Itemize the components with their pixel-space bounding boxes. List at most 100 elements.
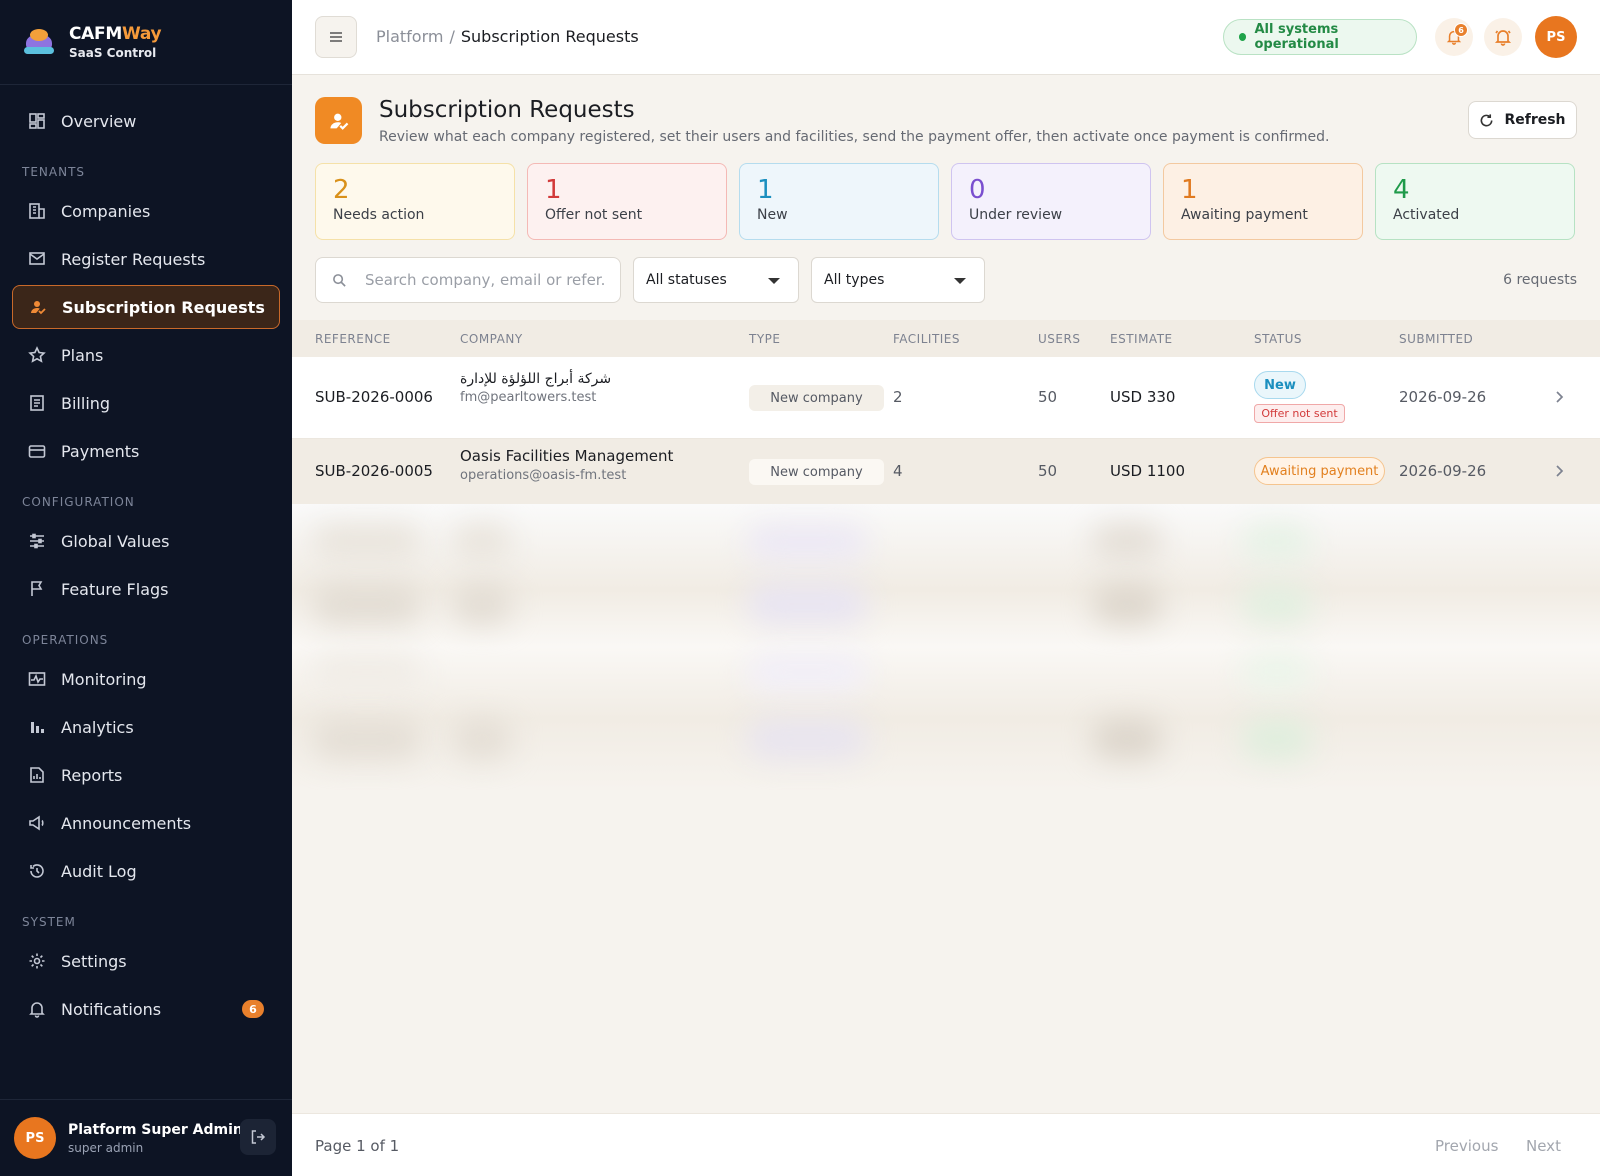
search-input[interactable]	[365, 271, 605, 289]
cell-users: 50	[1038, 462, 1058, 480]
stat-label: Activated	[1393, 207, 1460, 223]
previous-page-button[interactable]: Previous	[1435, 1137, 1498, 1155]
sidebar-item-register-requests[interactable]: Register Requests	[12, 237, 280, 281]
sidebar-item-label: Monitoring	[61, 669, 147, 689]
cell-company: شركة أبراج اللؤلؤة للإدارة fm@pearltower…	[460, 371, 611, 405]
logout-icon	[250, 1129, 266, 1145]
stat-value: 2	[333, 175, 350, 205]
stat-card-new[interactable]: 1 New	[739, 163, 939, 240]
sidebar-item-billing[interactable]: Billing	[12, 381, 280, 425]
status-filter-select[interactable]: All statuses	[633, 257, 799, 303]
skeleton-block	[1242, 719, 1312, 759]
sidebar-item-announcements[interactable]: Announcements	[12, 801, 280, 845]
chevron-right-icon[interactable]	[1554, 390, 1564, 404]
brand[interactable]: CAFMWay SaaS Control	[0, 0, 292, 85]
cell-company: Oasis Facilities Management operations@o…	[460, 447, 673, 483]
page-description: Review what each company registered, set…	[379, 129, 1330, 145]
sidebar-item-label: Plans	[61, 345, 104, 365]
sidebar-item-analytics[interactable]: Analytics	[12, 705, 280, 749]
alarm-bell-icon	[1494, 28, 1512, 46]
stat-label: Under review	[969, 207, 1063, 223]
alerts-button[interactable]	[1484, 18, 1522, 56]
skeleton-block	[312, 584, 422, 624]
system-status-badge[interactable]: All systems operational	[1223, 19, 1417, 55]
sidebar-item-reports[interactable]: Reports	[12, 753, 280, 797]
breadcrumb-root[interactable]: Platform	[376, 27, 443, 46]
breadcrumb-current: Subscription Requests	[460, 27, 639, 46]
cell-reference: SUB-2026-0006	[315, 388, 433, 406]
cell-submitted: 2026-09-26	[1399, 388, 1487, 406]
stat-card-awaiting-payment[interactable]: 1 Awaiting payment	[1163, 163, 1363, 240]
breadcrumb-separator: /	[449, 27, 455, 46]
stat-card-offer-not-sent[interactable]: 1 Offer not sent	[527, 163, 727, 240]
sidebar-item-subscription-requests[interactable]: Subscription Requests	[12, 285, 280, 329]
next-page-button[interactable]: Next	[1526, 1137, 1561, 1155]
loading-skeleton	[292, 504, 1600, 790]
stat-label: New	[757, 207, 788, 223]
notifications-button[interactable]: 6	[1435, 18, 1473, 56]
cell-reference: SUB-2026-0005	[315, 462, 433, 480]
bell-icon	[28, 1000, 46, 1018]
history-icon	[28, 862, 46, 880]
column-header-type: TYPE	[749, 332, 781, 346]
sidebar-item-notifications[interactable]: Notifications 6	[12, 987, 280, 1031]
stat-card-needs-action[interactable]: 2 Needs action	[315, 163, 515, 240]
nav-section-tenants: TENANTS	[22, 165, 86, 179]
sidebar-item-feature-flags[interactable]: Feature Flags	[12, 567, 280, 611]
sidebar-item-settings[interactable]: Settings	[12, 939, 280, 983]
bar-chart-icon	[28, 718, 46, 736]
request-count: 6 requests	[1503, 272, 1577, 288]
status-badge: New	[1254, 371, 1306, 399]
sidebar-item-audit-log[interactable]: Audit Log	[12, 849, 280, 893]
user-check-icon	[315, 97, 362, 144]
skeleton-block	[1092, 719, 1162, 759]
sidebar-item-global-values[interactable]: Global Values	[12, 519, 280, 563]
star-icon	[28, 346, 46, 364]
table-row[interactable]: SUB-2026-0006 شركة أبراج اللؤلؤة للإدارة…	[292, 357, 1600, 439]
skeleton-block	[1242, 524, 1312, 560]
page-title: Subscription Requests	[379, 97, 635, 123]
skeleton-block	[452, 524, 512, 560]
receipt-icon	[28, 394, 46, 412]
sidebar-item-label: Audit Log	[61, 861, 137, 881]
sidebar-item-overview[interactable]: Overview	[12, 99, 280, 143]
menu-toggle-button[interactable]	[315, 16, 357, 58]
hamburger-icon	[328, 30, 344, 44]
skeleton-block	[747, 719, 867, 759]
sidebar-item-companies[interactable]: Companies	[12, 189, 280, 233]
search-box[interactable]	[315, 257, 621, 303]
logout-button[interactable]	[240, 1119, 276, 1155]
sidebar-item-payments[interactable]: Payments	[12, 429, 280, 473]
skeleton-block	[452, 584, 512, 624]
skeleton-block	[747, 584, 867, 624]
flag-icon	[28, 580, 46, 598]
current-user[interactable]: PS Platform Super Admin super admin	[0, 1099, 292, 1176]
sidebar-item-label: Reports	[61, 765, 123, 785]
cell-facilities: 4	[893, 462, 903, 480]
skeleton-block	[1242, 654, 1312, 690]
status-badge: Awaiting payment	[1254, 457, 1385, 485]
column-header-company: COMPANY	[460, 332, 523, 346]
activity-icon	[28, 670, 46, 688]
cell-users: 50	[1038, 388, 1058, 406]
chevron-right-icon[interactable]	[1554, 464, 1564, 478]
sidebar-item-label: Notifications	[61, 999, 162, 1019]
sidebar-item-label: Billing	[61, 393, 111, 413]
company-name: شركة أبراج اللؤلؤة للإدارة	[460, 371, 612, 387]
mail-check-icon	[28, 250, 46, 268]
type-filter-select[interactable]: All types	[811, 257, 985, 303]
stat-card-under-review[interactable]: 0 Under review	[951, 163, 1151, 240]
avatar[interactable]: PS	[1535, 16, 1577, 58]
brand-name: CAFMWay	[69, 24, 162, 44]
pagination: Page 1 of 1 Previous Next	[292, 1113, 1600, 1176]
skeleton-block	[452, 719, 512, 759]
notifications-count-badge: 6	[242, 1000, 264, 1018]
building-icon	[28, 202, 46, 220]
table-row[interactable]: SUB-2026-0005 Oasis Facilities Managemen…	[292, 439, 1600, 504]
sidebar-item-monitoring[interactable]: Monitoring	[12, 657, 280, 701]
stat-card-activated[interactable]: 4 Activated	[1375, 163, 1575, 240]
refresh-button[interactable]: Refresh	[1468, 101, 1577, 139]
sidebar-item-plans[interactable]: Plans	[12, 333, 280, 377]
megaphone-icon	[28, 814, 46, 832]
avatar: PS	[14, 1117, 56, 1159]
